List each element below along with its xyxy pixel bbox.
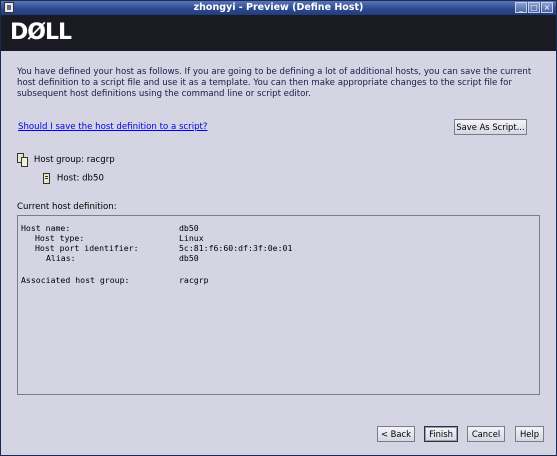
save-as-script-button[interactable]: Save As Script... xyxy=(454,119,527,135)
cancel-button[interactable]: Cancel xyxy=(467,426,505,442)
save-script-help-link[interactable]: Should I save the host definition to a s… xyxy=(18,122,207,132)
host-definition-panel[interactable]: Host name: db50 Host type: Linux Host po… xyxy=(17,215,540,395)
host-group-icon xyxy=(17,153,28,167)
host-type-label: Host type: xyxy=(35,233,85,243)
host-icon xyxy=(43,173,50,184)
port-id-value: 5c:81:f6:60:df:3f:0e:01 xyxy=(179,243,293,253)
associated-group-value: racgrp xyxy=(179,275,209,285)
close-icon[interactable]: × xyxy=(541,2,553,13)
help-button[interactable]: Help xyxy=(515,426,544,442)
port-id-label: Host port identifier: xyxy=(35,243,139,253)
dialog-content: You have defined your host as follows. I… xyxy=(1,51,556,455)
title-bar[interactable]: zhongyi - Preview (Define Host) _ □ × xyxy=(1,1,556,15)
window-title: zhongyi - Preview (Define Host) xyxy=(193,2,364,13)
alias-value: db50 xyxy=(179,253,199,263)
finish-button[interactable]: Finish xyxy=(424,426,458,442)
dell-banner: DØLL xyxy=(1,15,556,51)
dell-logo: DØLL xyxy=(10,20,72,45)
intro-text: You have defined your host as follows. I… xyxy=(17,67,532,99)
tree-host[interactable]: Host: db50 xyxy=(43,173,104,184)
host-type-value: Linux xyxy=(179,233,204,243)
dialog-window: zhongyi - Preview (Define Host) _ □ × DØ… xyxy=(0,0,557,456)
current-definition-label: Current host definition: xyxy=(17,202,117,212)
host-label: Host: db50 xyxy=(56,173,104,184)
associated-group-label: Associated host group: xyxy=(21,275,130,285)
minimize-icon[interactable]: _ xyxy=(515,2,527,13)
host-name-label: Host name: xyxy=(21,223,71,233)
back-button[interactable]: < Back xyxy=(377,426,415,442)
maximize-icon[interactable]: □ xyxy=(528,2,540,13)
host-name-value: db50 xyxy=(179,223,199,233)
host-group-label: Host group: racgrp xyxy=(33,155,115,165)
alias-label: Alias: xyxy=(46,253,76,263)
tree-host-group[interactable]: Host group: racgrp xyxy=(17,153,115,167)
